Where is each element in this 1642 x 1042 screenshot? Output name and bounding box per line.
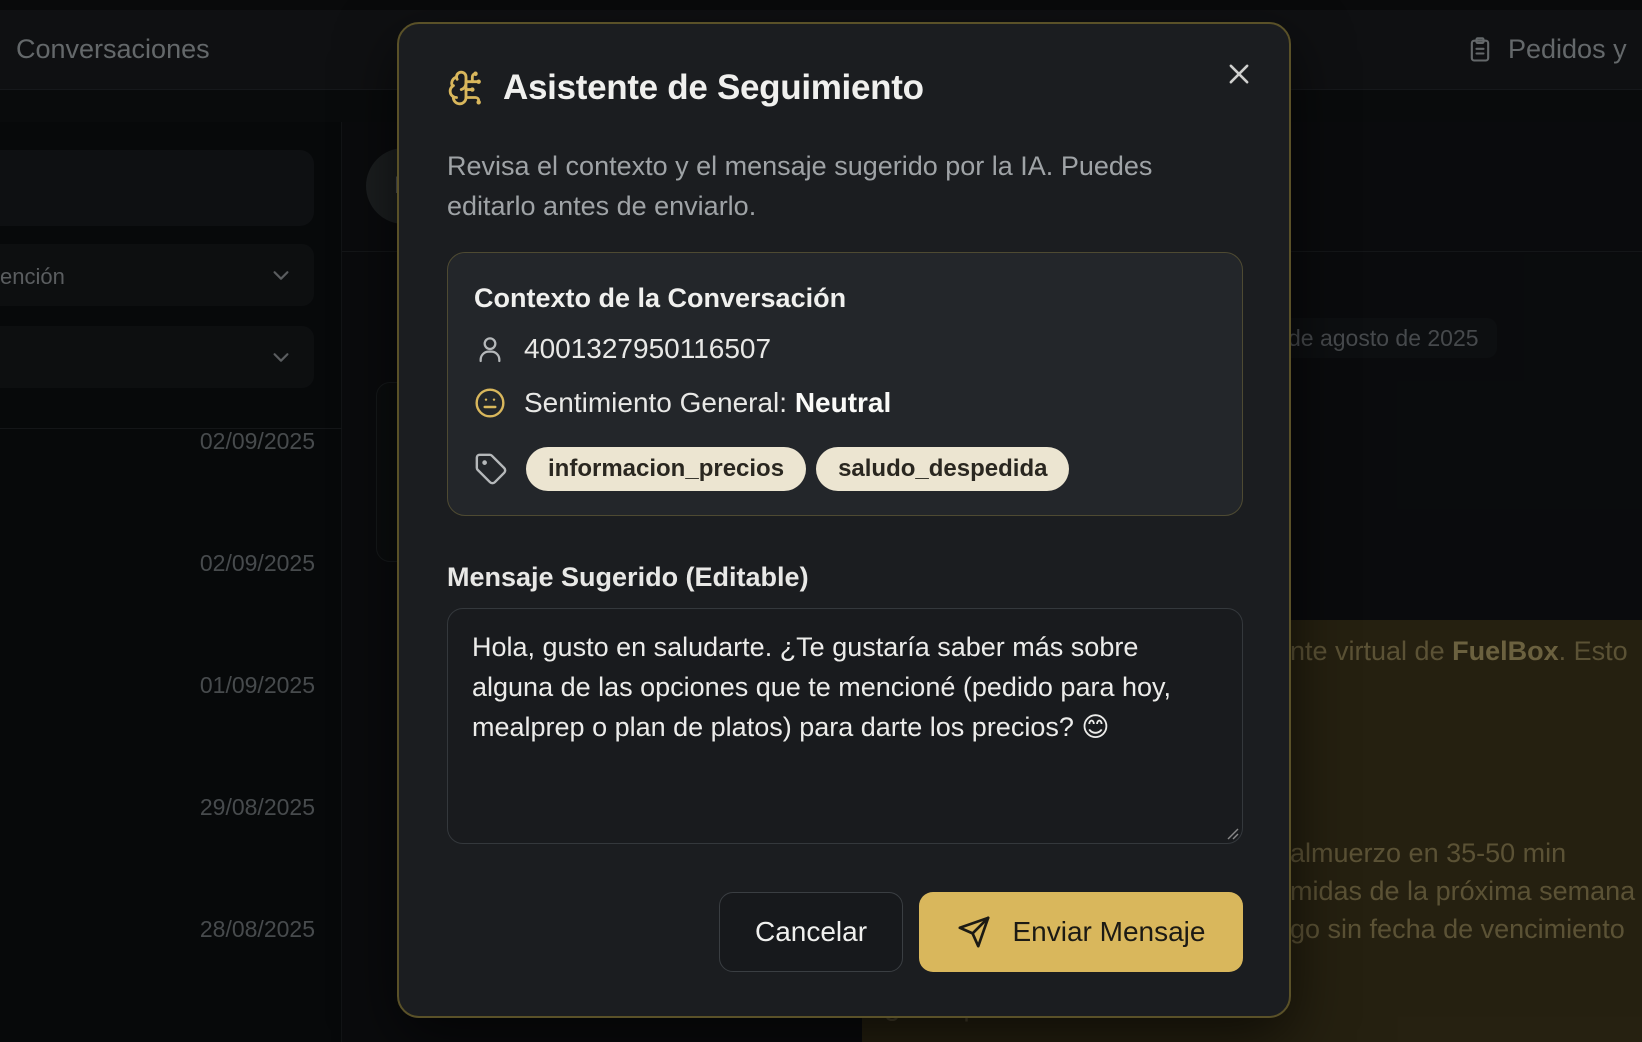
context-sentiment-row: Sentimiento General: Neutral: [474, 387, 891, 419]
dialog-header: Asistente de Seguimiento: [447, 68, 924, 108]
send-message-label: Enviar Mensaje: [1012, 916, 1206, 947]
context-user-id: 4001327950116507: [524, 333, 772, 364]
close-icon: [1229, 64, 1249, 84]
context-tags-row: informacion_precios saludo_despedida: [474, 447, 1070, 491]
neutral-face-icon: [475, 388, 505, 418]
user-icon: [479, 337, 501, 363]
conversation-context-card: Contexto de la Conversación 400132795011…: [447, 252, 1243, 516]
intent-tag: saludo_despedida: [816, 447, 1070, 491]
context-user-row: 4001327950116507: [474, 333, 771, 365]
cancel-button[interactable]: Cancelar: [719, 892, 903, 972]
sentiment-label: Sentimiento General:: [524, 387, 795, 418]
follow-up-assistant-dialog: Asistente de Seguimiento Revisa el conte…: [397, 22, 1291, 1018]
suggested-message-label: Mensaje Sugerido (Editable): [447, 562, 809, 592]
intent-tag: informacion_precios: [526, 447, 807, 491]
dialog-title: Asistente de Seguimiento: [503, 68, 924, 107]
sentiment-text: Sentimiento General: Neutral: [524, 387, 891, 419]
dialog-description: Revisa el contexto y el mensaje sugerido…: [447, 151, 1153, 221]
resize-handle-icon[interactable]: [1225, 826, 1239, 840]
send-message-button[interactable]: Enviar Mensaje: [919, 892, 1243, 972]
sentiment-value: Neutral: [794, 387, 892, 418]
brain-icon: [448, 70, 481, 106]
suggested-message-textarea[interactable]: Hola, gusto en saludarte. ¿Te gustaría s…: [447, 608, 1243, 844]
context-title: Contexto de la Conversación: [474, 283, 847, 313]
send-icon: [957, 916, 990, 948]
tag-icon: [475, 453, 507, 485]
close-button[interactable]: [1219, 54, 1259, 94]
